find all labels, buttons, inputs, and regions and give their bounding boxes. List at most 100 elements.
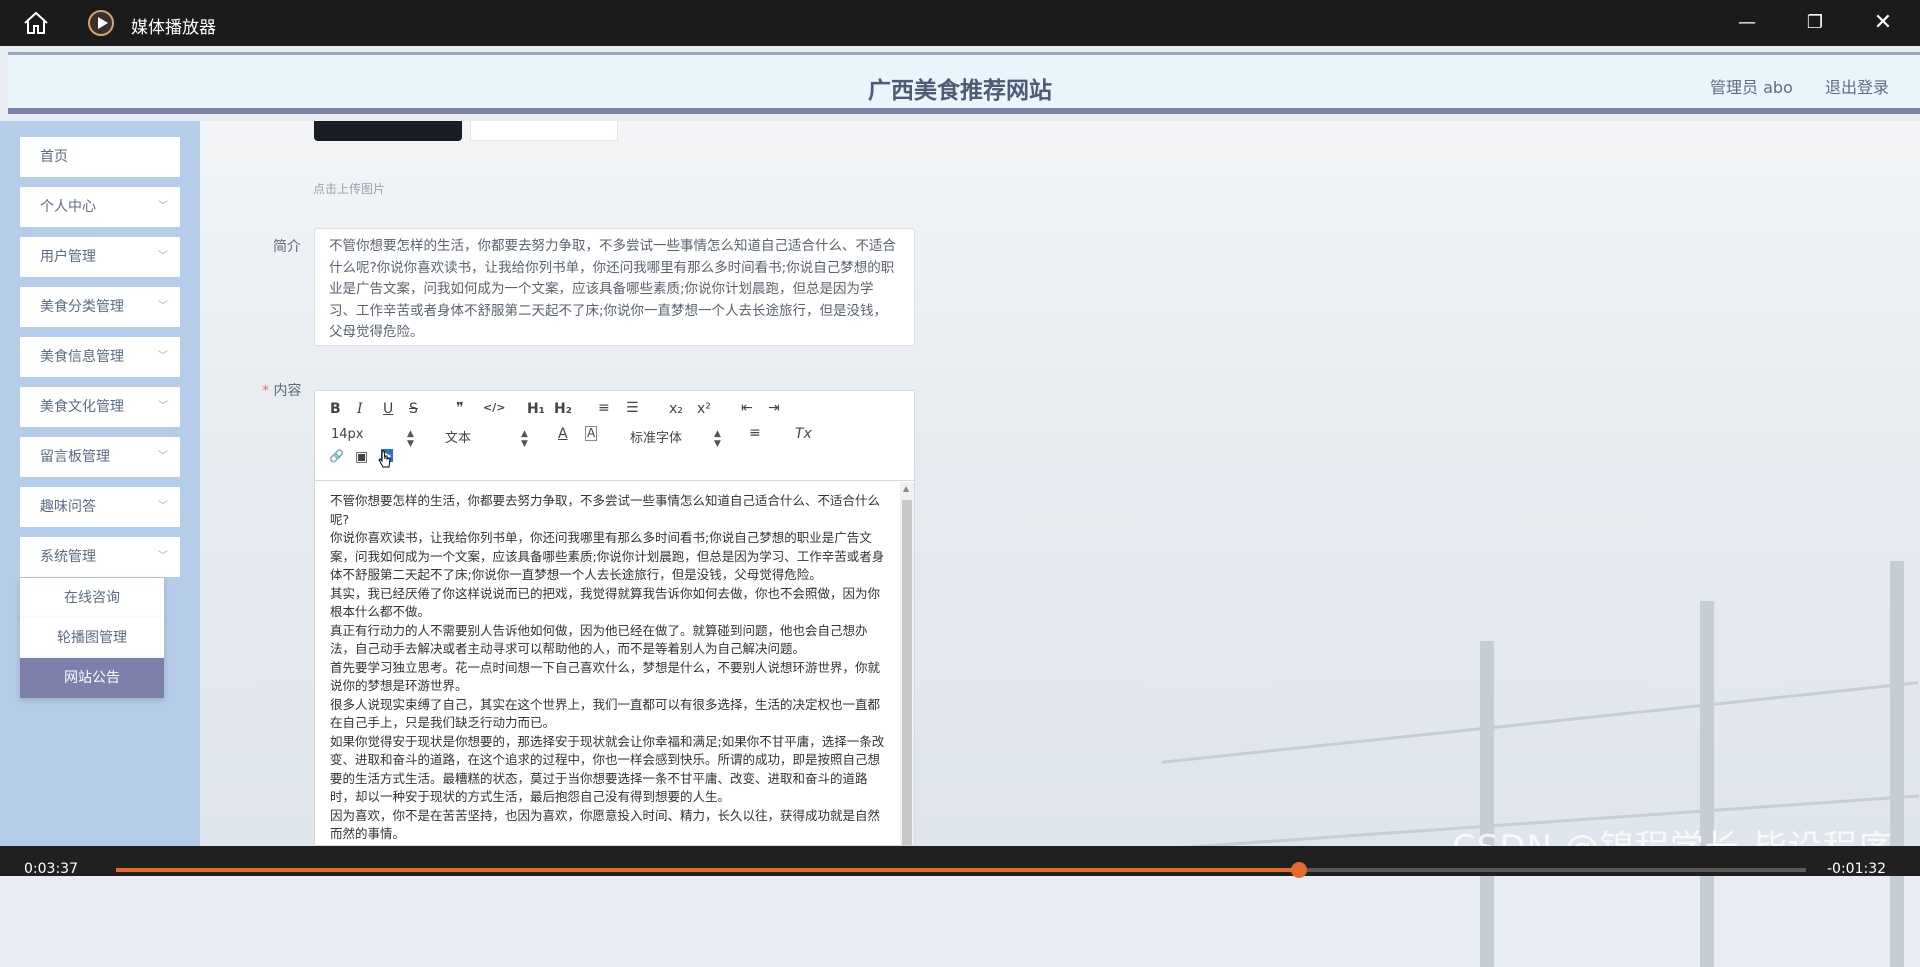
font-color-button[interactable]: A — [558, 426, 568, 442]
required-mark: * — [262, 383, 269, 399]
scroll-up-arrow-icon[interactable]: ▲ — [903, 484, 909, 493]
image-icon[interactable]: ▣ — [355, 449, 368, 465]
chevron-down-icon: ﹀ — [158, 301, 168, 312]
sidebar-item-user-management[interactable]: 用户管理 ﹀ — [20, 237, 180, 277]
font-size-value: 14px — [331, 427, 364, 442]
sidebar-item-quiz[interactable]: 趣味问答 ﹀ — [20, 487, 180, 527]
font-family-value: 标准字体 — [630, 431, 683, 446]
content-label-text: 内容 — [273, 383, 302, 399]
sidebar-background — [0, 121, 200, 846]
media-player-app-icon — [88, 10, 114, 36]
strikethrough-button[interactable]: S — [409, 401, 418, 417]
sidebar-item-label: 个人中心 — [40, 199, 96, 215]
site-title: 广西美食推荐网站 — [868, 78, 1052, 104]
content-paragraph: 如果你觉得安于现状是你想要的，那选择安于现状就会让你幸福和满足;如果你不甘平庸，… — [330, 733, 885, 805]
uploaded-image-thumbnail[interactable] — [314, 121, 462, 141]
outdent-button[interactable]: ⇤ — [741, 400, 753, 416]
editor-toolbar: B I U S ❞ </> H₁ H₂ ≡ ☰ x₂ x² ⇤ ⇥ 14px ▲ ▼… — [315, 391, 914, 481]
scrollbar-thumb[interactable] — [902, 500, 912, 845]
sidebar-item-label: 美食文化管理 — [40, 399, 124, 415]
chevron-up-down-icon: ▲ ▼ — [407, 429, 414, 449]
ordered-list-button[interactable]: ≡ — [598, 400, 610, 416]
sidebar-item-label: 美食分类管理 — [40, 299, 124, 315]
font-size-picker[interactable]: 14px ▲ ▼ — [331, 427, 421, 449]
background-fence-post — [1700, 601, 1714, 967]
subscript-button[interactable]: x₂ — [669, 401, 683, 417]
clear-format-button[interactable]: Tx — [795, 426, 812, 442]
content-paragraph: 你说你喜欢读书，让我给你列书单，你还问我哪里有那么多时间看书;你说自己梦想的职业… — [330, 530, 885, 582]
home-icon[interactable] — [22, 10, 50, 36]
player-control-bar: 0:03:37 -0:01:32 — [0, 846, 1920, 878]
intro-label: 简介 — [273, 239, 301, 255]
sidebar-item-label: 美食信息管理 — [40, 349, 124, 365]
maximize-button[interactable]: ❐ — [1792, 8, 1838, 38]
italic-button[interactable]: I — [357, 401, 363, 417]
background-color-button[interactable]: A — [585, 426, 598, 441]
text-style-picker[interactable]: 文本 ▲ ▼ — [445, 427, 535, 449]
header-1-button[interactable]: H₁ — [527, 401, 545, 417]
site-header: 广西美食推荐网站 管理员 abo 退出登录 — [8, 52, 1920, 114]
minimize-button[interactable]: — — [1724, 8, 1770, 38]
content-paragraph: 很多人说现实束缚了自己，其实在这个世界上，我们一直都可以有很多选择，生活的决定权… — [330, 696, 881, 731]
content-paragraph: 真正有行动力的人不需要别人告诉他如何做，因为他已经在做了。就算碰到问题，他也会自… — [330, 622, 868, 657]
seek-bar-progress — [116, 868, 1299, 872]
admin-user-label: 管理员 abo — [1710, 78, 1793, 97]
sidebar-item-message-board[interactable]: 留言板管理 ﹀ — [20, 437, 180, 477]
submenu-item-carousel[interactable]: 轮播图管理 — [20, 618, 164, 658]
header-2-button[interactable]: H₂ — [554, 401, 572, 417]
background-fence-wire — [1161, 681, 1919, 764]
intro-textarea[interactable]: 不管你想要怎样的生活，你都要去努力争取，不多尝试一些事情怎么知道自己适合什么、不… — [314, 228, 915, 346]
superscript-button[interactable]: x² — [697, 401, 711, 417]
underline-button[interactable]: U — [383, 401, 393, 417]
sidebar-item-label: 用户管理 — [40, 249, 96, 265]
chevron-up-down-icon: ▲ ▼ — [521, 429, 528, 449]
logout-link[interactable]: 退出登录 — [1825, 74, 1889, 98]
link-icon[interactable]: 🔗 — [329, 449, 344, 463]
chevron-down-icon: ﹀ — [158, 401, 168, 412]
editor-content[interactable]: 不管你想要怎样的生活，你都要去努力争取，不多尝试一些事情怎么知道自己适合什么、不… — [315, 482, 900, 845]
seek-bar[interactable] — [116, 862, 1806, 878]
content-label: * 内容 — [262, 380, 301, 400]
align-button[interactable]: ≡ — [749, 425, 761, 441]
submenu-item-online-consult[interactable]: 在线咨询 — [20, 578, 164, 618]
content-paragraph: 因为喜欢，你不是在苦苦坚持，也因为喜欢，你愿意投入时间、精力，长久以往，获得成功… — [330, 807, 881, 842]
chevron-down-icon: ﹀ — [158, 551, 168, 562]
bullet-list-button[interactable]: ☰ — [626, 400, 639, 416]
rich-text-editor: B I U S ❞ </> H₁ H₂ ≡ ☰ x₂ x² ⇤ ⇥ 14px ▲ ▼… — [314, 390, 915, 846]
current-time: 0:03:37 — [24, 861, 78, 877]
sidebar-item-label: 趣味问答 — [40, 499, 96, 515]
chevron-down-icon: ﹀ — [158, 451, 168, 462]
code-block-button[interactable]: </> — [483, 401, 505, 414]
editor-scrollbar[interactable]: ▲ — [900, 482, 914, 845]
sidebar-item-home[interactable]: 首页 — [20, 137, 180, 177]
sidebar-item-food-info[interactable]: 美食信息管理 ﹀ — [20, 337, 180, 377]
sidebar-item-food-culture[interactable]: 美食文化管理 ﹀ — [20, 387, 180, 427]
chevron-down-icon: ﹀ — [158, 251, 168, 262]
sidebar-item-label: 首页 — [40, 149, 68, 165]
background-fence-post — [1890, 561, 1904, 967]
sidebar-item-label: 留言板管理 — [40, 449, 110, 465]
text-style-value: 文本 — [445, 431, 472, 446]
upload-placeholder[interactable] — [470, 121, 618, 141]
sidebar-item-food-category[interactable]: 美食分类管理 ﹀ — [20, 287, 180, 327]
mouse-cursor-icon — [378, 450, 391, 468]
player-title-bar: 媒体播放器 — ❐ ✕ — [0, 0, 1920, 46]
chevron-down-icon: ﹀ — [158, 201, 168, 212]
background-fence-post — [1480, 641, 1494, 967]
font-family-picker[interactable]: 标准字体 ▲ ▼ — [630, 427, 721, 449]
chevron-up-down-icon: ▲ ▼ — [714, 429, 721, 449]
sidebar-item-label: 系统管理 — [40, 549, 96, 565]
upload-tip: 点击上传图片 — [313, 182, 386, 196]
indent-button[interactable]: ⇥ — [768, 400, 780, 416]
sidebar-item-personal-center[interactable]: 个人中心 ﹀ — [20, 187, 180, 227]
submenu-item-announcement[interactable]: 网站公告 — [20, 658, 164, 698]
chevron-down-icon: ﹀ — [158, 351, 168, 362]
content-paragraph: 首先要学习独立思考。花一点时间想一下自己喜欢什么，梦想是什么，不要别人说想环游世… — [330, 659, 881, 694]
content-paragraph: 其实，我已经厌倦了你这样说说而已的把戏，我觉得就算我告诉你如何去做，你也不会照做… — [330, 585, 881, 620]
blockquote-button[interactable]: ❞ — [456, 400, 464, 416]
chevron-down-icon: ﹀ — [158, 501, 168, 512]
bold-button[interactable]: B — [330, 401, 341, 417]
close-button[interactable]: ✕ — [1860, 8, 1906, 38]
player-title: 媒体播放器 — [131, 18, 216, 38]
sidebar-item-system-management[interactable]: 系统管理 ﹀ — [20, 537, 180, 577]
